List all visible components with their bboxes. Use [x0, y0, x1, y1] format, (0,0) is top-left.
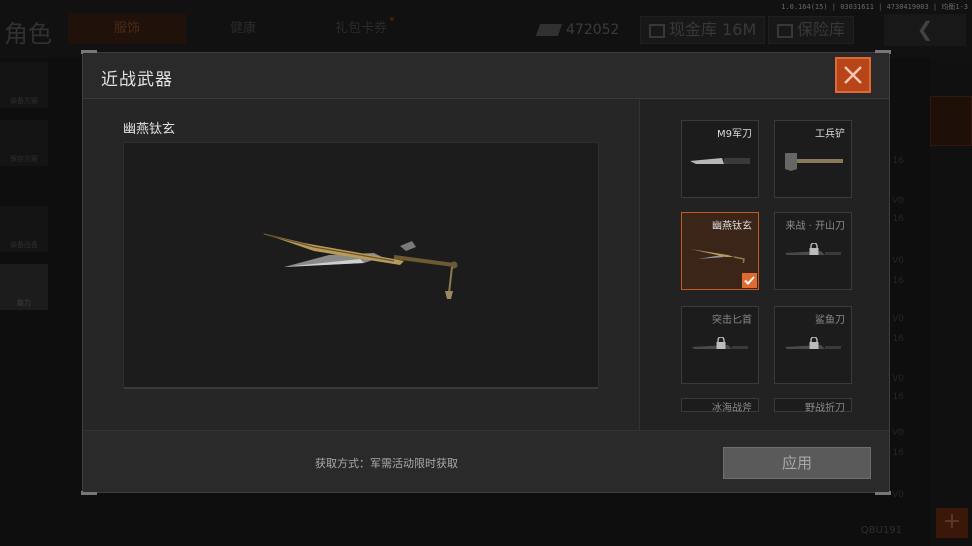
close-button[interactable]	[835, 57, 871, 93]
weapon-card-label: 鲨鱼刀	[815, 315, 845, 326]
weapon-card-assault-dagger[interactable]: 突击匕首	[681, 306, 759, 384]
bg-value: V0	[892, 374, 904, 384]
insurance-vault-button[interactable]: 保险库	[768, 16, 855, 44]
apply-button[interactable]: 应用	[723, 447, 871, 479]
lock-icon	[809, 243, 819, 255]
dialog-title: 近战武器	[101, 70, 173, 90]
weapon-card-label: 幽燕钛玄	[712, 221, 752, 232]
weapon-preview[interactable]	[123, 142, 599, 389]
left-menu-save[interactable]: 保存方案	[0, 120, 48, 166]
tab-clothing[interactable]: 服饰	[68, 14, 186, 44]
notification-dot	[390, 17, 394, 21]
bg-value: 16	[892, 334, 904, 344]
page-title: 角色	[4, 20, 52, 48]
right-cat-armor-icon[interactable]	[930, 166, 972, 216]
right-cat-hand-icon[interactable]	[930, 440, 972, 490]
weapon-preview-pane: 幽燕钛玄	[83, 100, 639, 430]
weapon-image	[262, 233, 458, 299]
bg-value: V0	[892, 256, 904, 266]
cash-vault-button[interactable]: 现金库 16M	[640, 16, 766, 44]
weapon-list: M9军刀 工兵铲 幽燕钛玄 来战 · 开山刀 突击匕首 鲨鱼刀 冰海战斧 野战折…	[639, 100, 889, 430]
weapon-card-label: 突击匕首	[712, 315, 752, 326]
bg-value: V0	[892, 196, 904, 206]
bg-value: 16	[892, 392, 904, 402]
version-info: 1.0.164(15) | 03031611 | 4730419003 | 均衡…	[781, 3, 968, 11]
selected-check-icon	[742, 273, 757, 288]
lock-icon	[716, 337, 726, 349]
knife-icon	[690, 158, 750, 164]
weapon-card-folding-knife[interactable]: 野战折刀	[774, 398, 852, 414]
add-button[interactable]: +	[936, 508, 968, 538]
vault-icon	[649, 23, 665, 38]
left-menu-ability[interactable]: 能力	[0, 264, 48, 310]
selected-weapon-name: 幽燕钛玄	[123, 122, 176, 137]
melee-weapon-dialog: 近战武器 幽燕钛玄 M9军刀 工兵铲 幽燕钛玄 来战 · 开山刀 突击匕首 鲨鱼…	[81, 50, 891, 495]
left-menu-loadout[interactable]: 装备方案	[0, 62, 48, 108]
bg-value: 16	[892, 448, 904, 458]
weapon-card-label: 野战折刀	[805, 403, 845, 414]
tab-gift-coupons-label: 礼包卡券	[334, 21, 387, 36]
left-menu-gear[interactable]: 装备战备	[0, 206, 48, 252]
currency-display: 472052	[535, 16, 620, 44]
bg-value: V0	[892, 490, 904, 500]
safe-icon	[777, 23, 793, 38]
weapon-card-ice-axe[interactable]: 冰海战斧	[681, 398, 759, 414]
bg-value: V0	[892, 314, 904, 324]
currency-value: 472052	[566, 22, 620, 38]
weapon-card-label: M9军刀	[717, 129, 752, 140]
dialog-footer: 获取方式：军需活动限时获取 应用	[83, 430, 889, 492]
weapon-card-shovel[interactable]: 工兵铲	[774, 120, 852, 198]
tab-gift-coupons[interactable]: 礼包卡券	[302, 14, 420, 44]
weapon-card-machete[interactable]: 来战 · 开山刀	[774, 212, 852, 290]
tab-health[interactable]: 健康	[184, 14, 302, 44]
weapon-card-label: 来战 · 开山刀	[785, 221, 845, 232]
lock-icon	[809, 337, 819, 349]
weapon-card-youyan[interactable]: 幽燕钛玄	[681, 212, 759, 290]
preview-underline	[124, 387, 598, 389]
back-button[interactable]: ❮	[884, 14, 966, 46]
right-cat-helmet-icon[interactable]	[930, 96, 972, 146]
close-icon	[844, 66, 862, 84]
bg-weapon-name: QBU191	[860, 525, 902, 536]
right-cat-rifle-icon[interactable]	[930, 238, 972, 288]
weapon-card-shark-knife[interactable]: 鲨鱼刀	[774, 306, 852, 384]
shovel-icon	[785, 153, 843, 171]
weapon-card-m9[interactable]: M9军刀	[681, 120, 759, 198]
obtain-method-text: 获取方式：军需活动限时获取	[315, 457, 458, 470]
chevron-left-icon: ❮	[916, 17, 934, 41]
insurance-vault-label: 保险库	[797, 20, 846, 39]
cash-icon	[535, 24, 563, 36]
weapon-card-label: 冰海战斧	[712, 403, 752, 414]
cash-vault-label: 现金库 16M	[669, 20, 757, 39]
weapon-card-label: 工兵铲	[815, 129, 845, 140]
bg-value: V0	[892, 428, 904, 438]
bg-value: 16	[892, 214, 904, 224]
glaive-icon	[690, 249, 745, 263]
right-cat-bottle-icon[interactable]	[930, 370, 972, 420]
dialog-header: 近战武器	[83, 53, 889, 99]
bg-value: 16	[892, 156, 904, 166]
right-cat-magazine-icon[interactable]	[930, 300, 972, 350]
bg-value: 16	[892, 276, 904, 286]
